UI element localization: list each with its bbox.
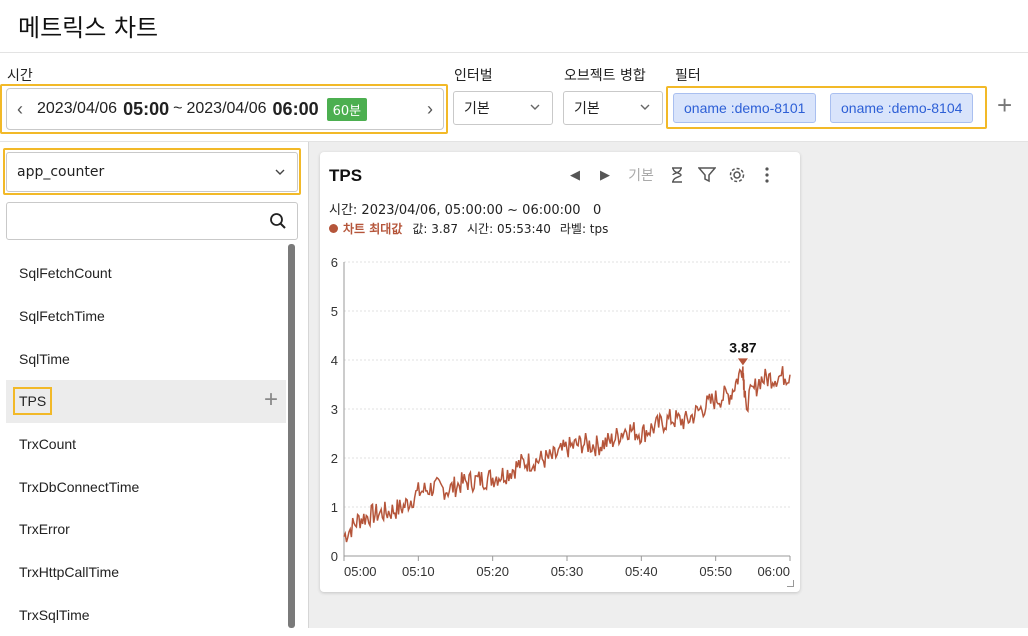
y-tick-label: 5 bbox=[331, 304, 338, 319]
start-date: 2023/04/06 bbox=[37, 100, 117, 118]
interval-text[interactable]: 기본 bbox=[620, 164, 662, 186]
y-tick-label: 0 bbox=[331, 549, 338, 564]
x-tick-label: 05:10 bbox=[402, 564, 435, 579]
list-item-selected[interactable]: TPS + bbox=[6, 380, 286, 423]
max-label: 차트 최대값 bbox=[343, 220, 402, 237]
metric-label: SqlFetchCount bbox=[19, 265, 112, 281]
metric-label: SqlTime bbox=[19, 351, 70, 367]
chevron-down-icon bbox=[638, 100, 652, 114]
chart-time-info: 시간: 2023/04/06, 05:00:00 ~ 06:00:00 0 bbox=[329, 199, 601, 218]
metric-search[interactable] bbox=[6, 202, 298, 240]
list-item[interactable]: TrxCount bbox=[6, 423, 286, 466]
start-time: 05:00 bbox=[123, 99, 169, 120]
x-tick-label: 05:30 bbox=[551, 564, 584, 579]
x-tick-label: 05:20 bbox=[476, 564, 509, 579]
y-tick-label: 3 bbox=[331, 402, 338, 417]
next-icon[interactable]: ▶ bbox=[590, 164, 620, 186]
object-merge-select[interactable]: 기본 bbox=[563, 91, 663, 125]
list-item[interactable]: SqlFetchCount bbox=[6, 252, 286, 295]
chevron-down-icon bbox=[273, 165, 287, 179]
add-metric-button[interactable]: + bbox=[264, 386, 278, 414]
more-vertical-icon[interactable] bbox=[752, 164, 782, 186]
resize-handle[interactable] bbox=[787, 580, 794, 587]
list-scrollbar[interactable] bbox=[288, 244, 295, 628]
filter-chip[interactable]: oname :demo-8101 bbox=[673, 93, 816, 123]
max-time: 시간: 05:53:40 bbox=[467, 220, 551, 237]
max-series: 라벨: tps bbox=[560, 220, 609, 237]
series-line-tps bbox=[344, 366, 790, 542]
metric-list: SqlFetchCount SqlFetchTime SqlTime TPS +… bbox=[6, 252, 286, 636]
max-marker bbox=[738, 358, 748, 365]
chart-title: TPS bbox=[329, 166, 362, 186]
y-tick-label: 4 bbox=[331, 353, 338, 368]
list-item[interactable]: TrxError bbox=[6, 508, 286, 551]
hourglass-icon[interactable] bbox=[662, 164, 692, 186]
interval-select[interactable]: 기본 bbox=[453, 91, 553, 125]
x-tick-label: 05:50 bbox=[699, 564, 732, 579]
y-tick-label: 1 bbox=[331, 500, 338, 515]
category-value: app_counter bbox=[17, 164, 104, 180]
metric-label: TrxHttpCallTime bbox=[19, 564, 119, 580]
filter-label: 필터 bbox=[675, 65, 701, 85]
metric-label: SqlFetchTime bbox=[19, 308, 105, 324]
chart-toolbar: ◀ ▶ 기본 bbox=[560, 164, 782, 186]
next-time-button[interactable]: › bbox=[417, 99, 443, 120]
x-tick-label: 06:00 bbox=[757, 564, 790, 579]
max-value: 값: 3.87 bbox=[412, 220, 458, 237]
list-item[interactable]: TrxHttpCallTime bbox=[6, 551, 286, 594]
max-value-label: 3.87 bbox=[729, 339, 756, 355]
x-tick-label: 05:40 bbox=[625, 564, 658, 579]
metric-label: TrxSqlTime bbox=[19, 607, 90, 623]
prev-time-button[interactable]: ‹ bbox=[7, 99, 33, 120]
end-time: 06:00 bbox=[273, 99, 319, 120]
chart-max-info: 차트 최대값 값: 3.87 시간: 05:53:40 라벨: tps bbox=[329, 220, 617, 237]
add-filter-button[interactable]: + bbox=[997, 90, 1012, 121]
object-merge-value: 기본 bbox=[574, 98, 600, 118]
interval-value: 기본 bbox=[464, 98, 490, 118]
list-item[interactable]: TrxDbConnectTime bbox=[6, 465, 286, 508]
metric-label: TrxError bbox=[19, 521, 70, 537]
prev-icon[interactable]: ◀ bbox=[560, 164, 590, 186]
metric-search-input[interactable] bbox=[15, 203, 255, 237]
time-range-picker[interactable]: ‹ 2023/04/06 05:00 ~ 2023/04/06 06:00 60… bbox=[6, 88, 444, 130]
metric-label: TrxCount bbox=[19, 436, 76, 452]
y-tick-label: 2 bbox=[331, 451, 338, 466]
filter-icon[interactable] bbox=[692, 164, 722, 186]
time-separator: ~ bbox=[173, 100, 182, 118]
page-title: 메트릭스 차트 bbox=[18, 8, 158, 43]
metric-label: TPS bbox=[19, 393, 46, 409]
chevron-down-icon bbox=[528, 100, 542, 114]
list-item[interactable]: SqlTime bbox=[6, 337, 286, 380]
series-dot-icon bbox=[329, 224, 338, 233]
search-icon[interactable] bbox=[269, 212, 287, 230]
object-merge-label: 오브젝트 병합 bbox=[564, 65, 646, 85]
header-divider bbox=[0, 52, 1028, 53]
gear-icon[interactable] bbox=[722, 164, 752, 186]
list-item[interactable]: SqlFetchTime bbox=[6, 295, 286, 338]
list-item[interactable]: TrxSqlTime bbox=[6, 594, 286, 636]
time-label: 시간 bbox=[7, 65, 33, 85]
chart-card: TPS ◀ ▶ 기본 시간: 2023/04/06, 05:00:00 ~ 06… bbox=[320, 152, 800, 592]
tps-line-chart: 0 1 2 3 4 5 6 05:00 05:10 05:20 05:30 05:40 05:50 06:… bbox=[320, 242, 800, 587]
duration-badge: 60분 bbox=[327, 98, 368, 121]
interval-label: 인터벌 bbox=[454, 65, 493, 85]
metric-label: TrxDbConnectTime bbox=[19, 479, 139, 495]
end-date: 2023/04/06 bbox=[186, 100, 266, 118]
filter-chip[interactable]: oname :demo-8104 bbox=[830, 93, 973, 123]
y-tick-label: 6 bbox=[331, 255, 338, 270]
category-select[interactable]: app_counter bbox=[6, 152, 298, 192]
x-tick-label: 05:00 bbox=[344, 564, 377, 579]
